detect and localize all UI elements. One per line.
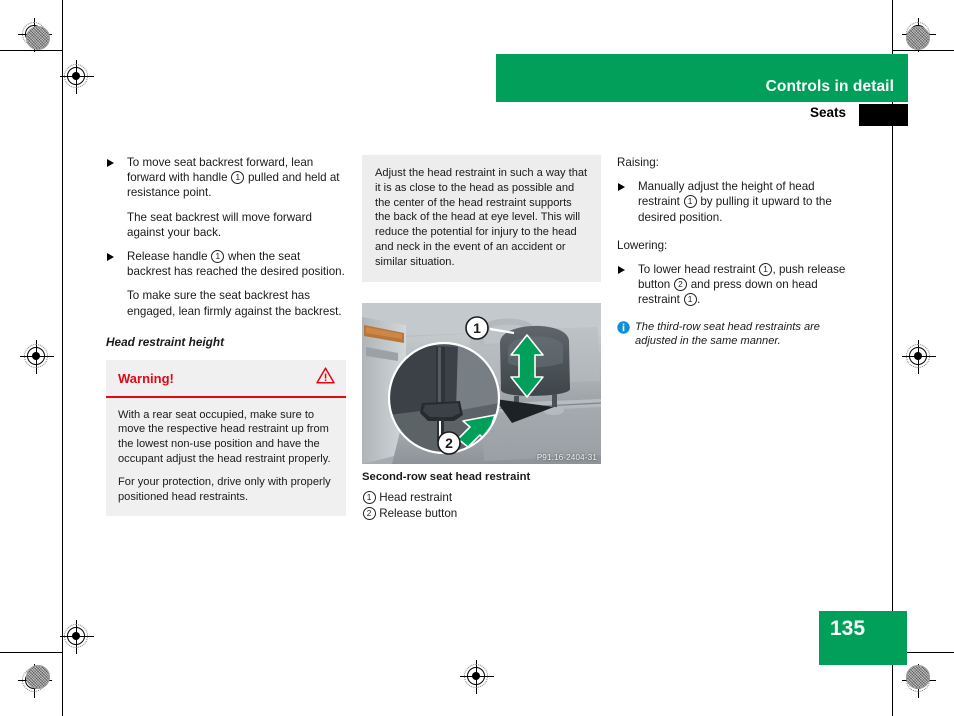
trim-line-bottom-left-h — [0, 652, 62, 653]
warning-paragraph-2: For your protection, drive only with pro… — [118, 476, 331, 503]
registration-mark-bottom-left-inner — [60, 620, 94, 654]
legend-label-1: Head restraint — [379, 491, 453, 504]
bullet-triangle-icon — [618, 265, 625, 274]
page-title: Controls in detail — [765, 78, 894, 95]
instruction-lower-head-restraint: To lower head restraint 1, push release … — [617, 262, 857, 308]
print-density-patch-bottom-left — [26, 665, 50, 689]
callout-1: 1 — [465, 316, 489, 340]
bullet-text-part1: Release handle — [127, 250, 211, 264]
trim-line-top-left-h — [0, 50, 62, 51]
note-verify-engagement: To make sure the seat backrest has engag… — [127, 289, 342, 318]
page-number-box: 135 — [819, 611, 907, 665]
bullet-text-part4: . — [697, 293, 701, 307]
bullet-triangle-icon — [107, 252, 114, 261]
warning-paragraph-1: With a rear seat occupied, make sure to … — [118, 408, 331, 465]
instruction-move-backrest-forward: To move seat backrest forward, lean forw… — [106, 155, 346, 201]
print-density-patch-top-right — [906, 26, 930, 50]
svg-text:2: 2 — [445, 435, 453, 451]
callout-number-1: 1 — [362, 491, 376, 504]
bullet-triangle-icon — [618, 182, 625, 191]
info-note-third-row: The third-row seat head restraints are a… — [617, 320, 857, 349]
legend-item-1: 1 Head restraint — [362, 490, 607, 506]
warning-label: Warning! — [118, 370, 174, 386]
figure-second-row-head-restraint: 1 2 P91.16-2404-31 — [362, 303, 601, 464]
trim-line-top-right-h — [892, 50, 954, 51]
section-tab-marker — [859, 104, 908, 126]
lowering-label: Lowering: — [617, 238, 668, 252]
warning-box: Warning! With a rear seat occupied, make… — [106, 359, 346, 517]
adjustment-note-box: Adjust the head restraint in such a way … — [362, 155, 601, 282]
figure-legend: 1 Head restraint 2 Release button — [362, 490, 607, 521]
section-title: Seats — [809, 105, 846, 120]
warning-triangle-icon — [316, 367, 335, 389]
subsection-heading-head-restraint-height: Head restraint height — [106, 334, 224, 349]
page-header-bar: Controls in detail — [496, 54, 908, 102]
right-column: Raising: Manually adjust the height of h… — [617, 155, 857, 349]
raising-label: Raising: — [617, 156, 659, 169]
page-number: 135 — [830, 617, 866, 640]
warning-header: Warning! — [106, 360, 346, 398]
callout-number-2: 2 — [362, 506, 376, 520]
print-density-patch-top-left — [26, 26, 50, 50]
figure-illustration: 1 2 — [362, 303, 601, 464]
callout-number-1: 1 — [759, 263, 773, 277]
callout-number-1: 1 — [231, 171, 245, 185]
registration-mark-bottom-center — [460, 660, 494, 694]
callout-number-1: 1 — [683, 293, 697, 307]
trim-line-right-v — [892, 40, 893, 680]
registration-mark-top-left-inner — [60, 60, 94, 94]
registration-mark-middle-left — [20, 340, 54, 374]
registration-mark-middle-right — [902, 340, 936, 374]
bullet-text-part1: To lower head restraint — [638, 263, 759, 277]
trim-line-left-v — [62, 40, 63, 680]
svg-text:1: 1 — [473, 320, 481, 336]
callout-number-1: 1 — [683, 195, 697, 209]
page-subheader: Seats — [496, 104, 908, 126]
bullet-triangle-icon — [107, 158, 114, 167]
callout-number-1: 1 — [211, 250, 225, 264]
legend-item-2: 2 Release button — [362, 506, 607, 522]
info-circle-icon — [617, 320, 630, 334]
left-column: To move seat backrest forward, lean forw… — [106, 155, 346, 517]
figure-caption: Second-row seat head restraint — [362, 471, 531, 483]
callout-number-2: 2 — [673, 278, 687, 292]
info-note-text: The third-row seat head restraints are a… — [635, 320, 820, 348]
instruction-release-handle: Release handle 1 when the seat backrest … — [106, 249, 346, 279]
instruction-raise-head-restraint: Manually adjust the height of head restr… — [617, 179, 857, 225]
legend-label-2: Release button — [379, 506, 458, 520]
print-density-patch-bottom-right — [906, 665, 930, 689]
middle-column: Adjust the head restraint in such a way … — [362, 155, 601, 282]
note-backrest-moves-forward: The seat backrest will move forward agai… — [127, 210, 312, 239]
callout-2: 2 — [437, 431, 461, 455]
warning-body: With a rear seat occupied, make sure to … — [106, 398, 346, 517]
figure-reference-code: P91.16-2404-31 — [536, 453, 597, 462]
